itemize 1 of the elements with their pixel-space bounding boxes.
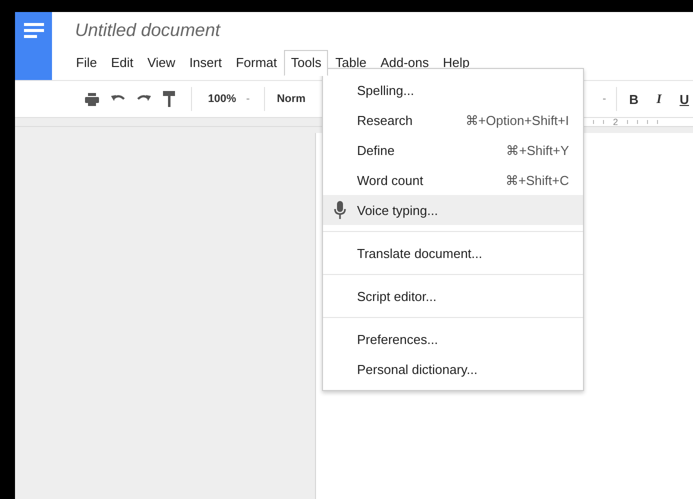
ruler-number: 2: [613, 118, 618, 126]
